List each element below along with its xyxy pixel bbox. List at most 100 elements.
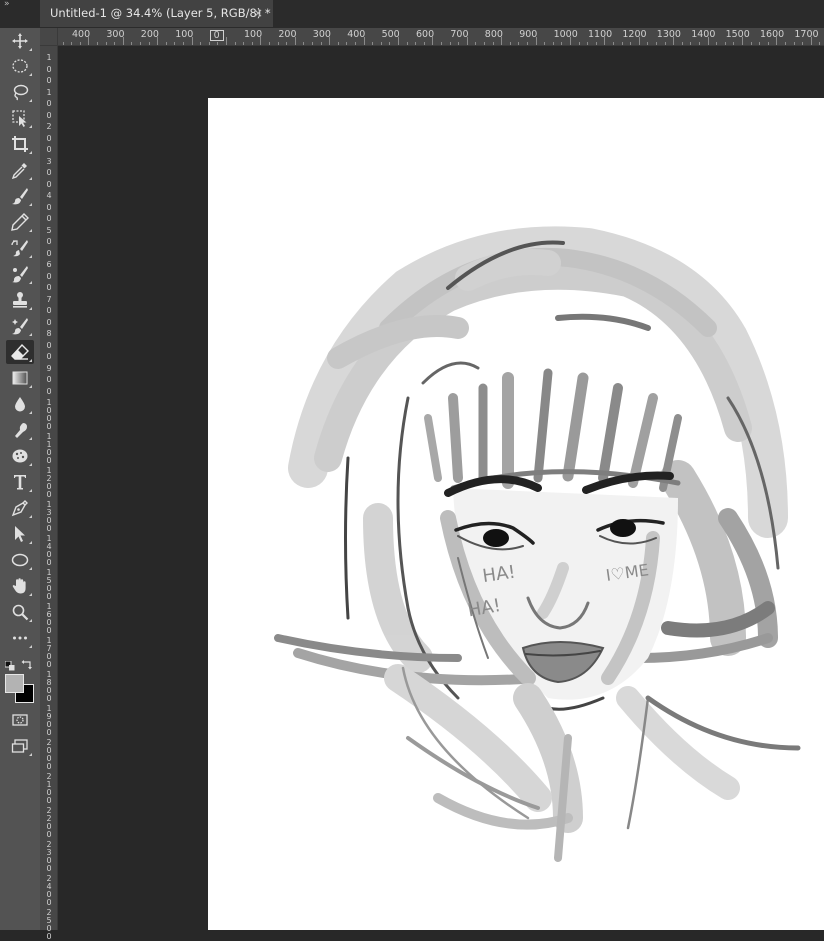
ruler-tick — [664, 42, 666, 45]
ruler-tick-label: 1 8 0 0 — [46, 670, 52, 703]
document-canvas[interactable]: HA! HA! I♡ME — [208, 98, 824, 930]
ruler-tick — [750, 42, 752, 45]
ruler-tick-label: 2 0 0 0 — [46, 738, 52, 771]
ruler-tick-label: 1500 — [725, 29, 750, 40]
ruler-tick — [570, 37, 571, 45]
screen-mode-button[interactable] — [6, 734, 34, 758]
blur-tool[interactable] — [6, 392, 34, 416]
ruler-tick — [398, 37, 399, 45]
eyedropper-tool[interactable] — [6, 158, 34, 182]
ruler-tick — [793, 42, 795, 45]
horizontal-ruler: 400 300 200 100 0 100 200 300 400 500 600 700 800 900… — [40, 28, 824, 46]
healing-brush-tool[interactable] — [6, 314, 34, 338]
ruler-tick — [355, 42, 356, 45]
marquee-tool[interactable] — [6, 54, 34, 78]
swap-colors-icon[interactable] — [21, 655, 33, 670]
crop-tool[interactable] — [6, 132, 34, 156]
sponge-tool[interactable] — [6, 444, 34, 468]
ruler-tick — [690, 42, 692, 45]
ruler-tick — [337, 42, 339, 45]
ruler-tick — [501, 37, 503, 45]
gradient-icon — [12, 371, 28, 385]
ruler-tick — [716, 42, 718, 45]
ruler-tick-label: 1 2 0 0 — [46, 466, 52, 499]
ruler-tick — [656, 42, 657, 45]
ruler-tick — [587, 42, 589, 45]
type-tool[interactable] — [6, 470, 34, 494]
ruler-tick — [552, 42, 554, 45]
document-tab-title: Untitled-1 @ 34.4% (Layer 5, RGB/8) * — [50, 6, 271, 20]
clone-stamp-tool[interactable] — [6, 288, 34, 312]
pencil-tool[interactable] — [6, 210, 34, 234]
ruler-tick-label: 0 — [46, 202, 52, 212]
ruler-tick-label: 1400 — [691, 29, 716, 40]
hand-tool[interactable] — [6, 574, 34, 598]
ruler-tick — [647, 42, 649, 45]
pen-tool[interactable] — [6, 496, 34, 520]
ruler-tick-label: 900 — [519, 29, 538, 40]
brush-tool[interactable] — [6, 184, 34, 208]
zoom-magnifier-icon — [12, 604, 29, 621]
document-tab-bar: » Untitled-1 @ 34.4% (Layer 5, RGB/8) * … — [0, 0, 824, 28]
ruler-tick — [819, 42, 821, 45]
gradient-tool[interactable] — [6, 366, 34, 390]
collapse-panels-icon[interactable]: » — [0, 0, 40, 10]
ruler-tick — [527, 42, 528, 45]
ruler-tick-label: 500 — [381, 29, 400, 40]
ruler-tick — [673, 37, 675, 45]
ruler-tick-label: 0 — [46, 352, 52, 361]
ruler-tick-label: 0 — [46, 340, 52, 350]
ruler-tick — [776, 37, 778, 45]
ruler-tick — [62, 42, 64, 45]
ruler-tick — [372, 42, 374, 45]
ruler-origin-corner[interactable] — [40, 28, 58, 46]
close-tab-icon[interactable]: × — [253, 0, 263, 27]
ruler-tick — [217, 42, 219, 45]
move-tool[interactable] — [6, 29, 34, 53]
ruler-tick-label: 1100 — [588, 29, 613, 40]
ruler-tick-label: 200 — [278, 29, 297, 40]
document-tab[interactable]: Untitled-1 @ 34.4% (Layer 5, RGB/8) * × — [40, 0, 273, 27]
path-selection-tool[interactable] — [6, 522, 34, 546]
quick-mask-button[interactable] — [6, 708, 34, 732]
more-tools-button[interactable] — [6, 626, 34, 650]
ruler-tick — [286, 42, 288, 45]
ruler-tick — [432, 37, 434, 45]
bangs-strokes — [424, 368, 682, 492]
ruler-tick — [406, 42, 408, 45]
lasso-tool[interactable] — [6, 80, 34, 104]
history-brush-tool[interactable] — [6, 262, 34, 286]
canvas-area[interactable]: HA! HA! I♡ME — [58, 46, 824, 930]
ruler-tick-label: 8 — [46, 329, 52, 338]
object-selection-tool[interactable] — [6, 106, 34, 130]
foreground-color-swatch[interactable] — [5, 674, 24, 693]
ruler-tick — [157, 37, 159, 45]
ruler-tick — [604, 37, 606, 45]
ruler-tick-label: 2 5 0 0 — [46, 908, 52, 941]
ruler-tick-label: 1 — [46, 87, 52, 97]
zoom-tool[interactable] — [6, 600, 34, 624]
ruler-tick — [699, 42, 700, 45]
ruler-tick — [148, 42, 150, 45]
ruler-tick — [389, 42, 391, 45]
ruler-tick — [466, 37, 468, 45]
ruler-tick — [621, 42, 623, 45]
ruler-tick — [613, 42, 614, 45]
ruler-tick — [759, 42, 761, 45]
foreground-color-fill — [6, 675, 23, 692]
ruler-tick-label: 7 — [46, 294, 52, 304]
object-selection-icon — [12, 110, 27, 127]
eraser-tool[interactable] — [6, 340, 34, 364]
ellipse-tool[interactable] — [6, 548, 34, 572]
mixer-brush-icon — [12, 266, 28, 283]
ruler-tick — [535, 37, 537, 45]
ruler-tick-label: 0 — [46, 64, 52, 74]
mixer-brush-tool[interactable] — [6, 236, 34, 260]
smudge-finger-icon — [15, 423, 27, 438]
default-colors-icon[interactable] — [4, 656, 15, 671]
ruler-tick-label: 0 — [46, 110, 52, 120]
ruler-tick — [243, 42, 245, 45]
smudge-tool[interactable] — [6, 418, 34, 442]
quick-mask-icon — [12, 714, 28, 726]
ruler-tick-label: 700 — [450, 29, 469, 40]
